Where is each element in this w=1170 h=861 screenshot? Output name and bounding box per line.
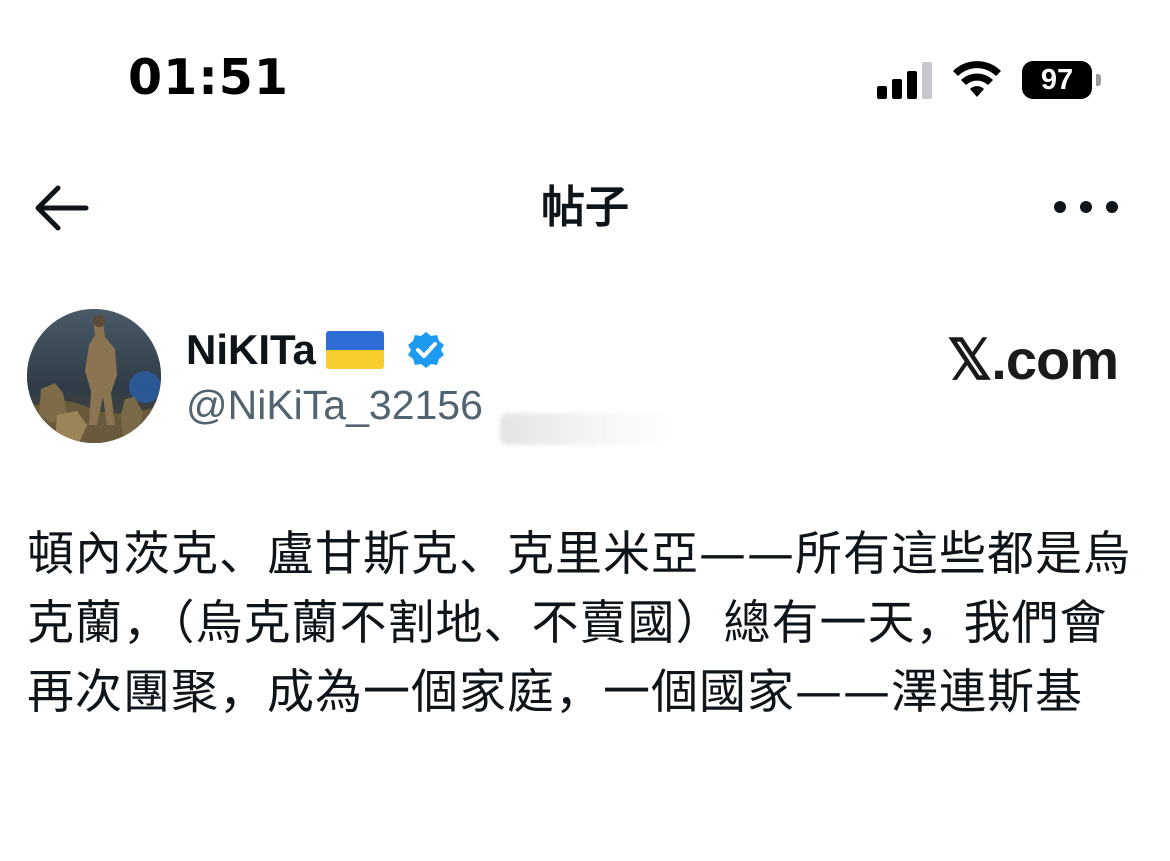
blurred-watermark xyxy=(500,413,670,445)
tweet-text: 頓內茨克、盧甘斯克、克里米亞——所有這些都是烏克蘭，（烏克蘭不割地、不賣國）總有… xyxy=(27,527,1131,720)
status-time: 01:51 xyxy=(128,49,289,106)
x-com-watermark: 𝕏.com xyxy=(947,328,1119,391)
more-options-button[interactable] xyxy=(1054,190,1118,224)
avatar[interactable] xyxy=(27,309,161,443)
wifi-icon xyxy=(953,61,1001,97)
more-horizontal-icon xyxy=(1054,201,1066,213)
status-icons: 97 xyxy=(877,58,1101,102)
ukraine-flag-icon xyxy=(325,331,384,369)
page-title: 帖子 xyxy=(541,182,629,233)
battery-level: 97 xyxy=(1040,63,1074,96)
battery-icon: 97 xyxy=(1022,61,1101,99)
avatar-image xyxy=(27,309,161,443)
cellular-signal-icon xyxy=(877,61,932,99)
post-screen: 01:51 97 帖子 NiKITa @NiKiTa_32156 𝕏.com 頓… xyxy=(0,0,1170,861)
author-handle[interactable]: @NiKiTa_32156 xyxy=(186,380,483,430)
author-name-row: NiKITa xyxy=(186,322,446,378)
verified-badge-icon xyxy=(407,332,444,368)
author-name[interactable]: NiKITa xyxy=(186,326,316,374)
